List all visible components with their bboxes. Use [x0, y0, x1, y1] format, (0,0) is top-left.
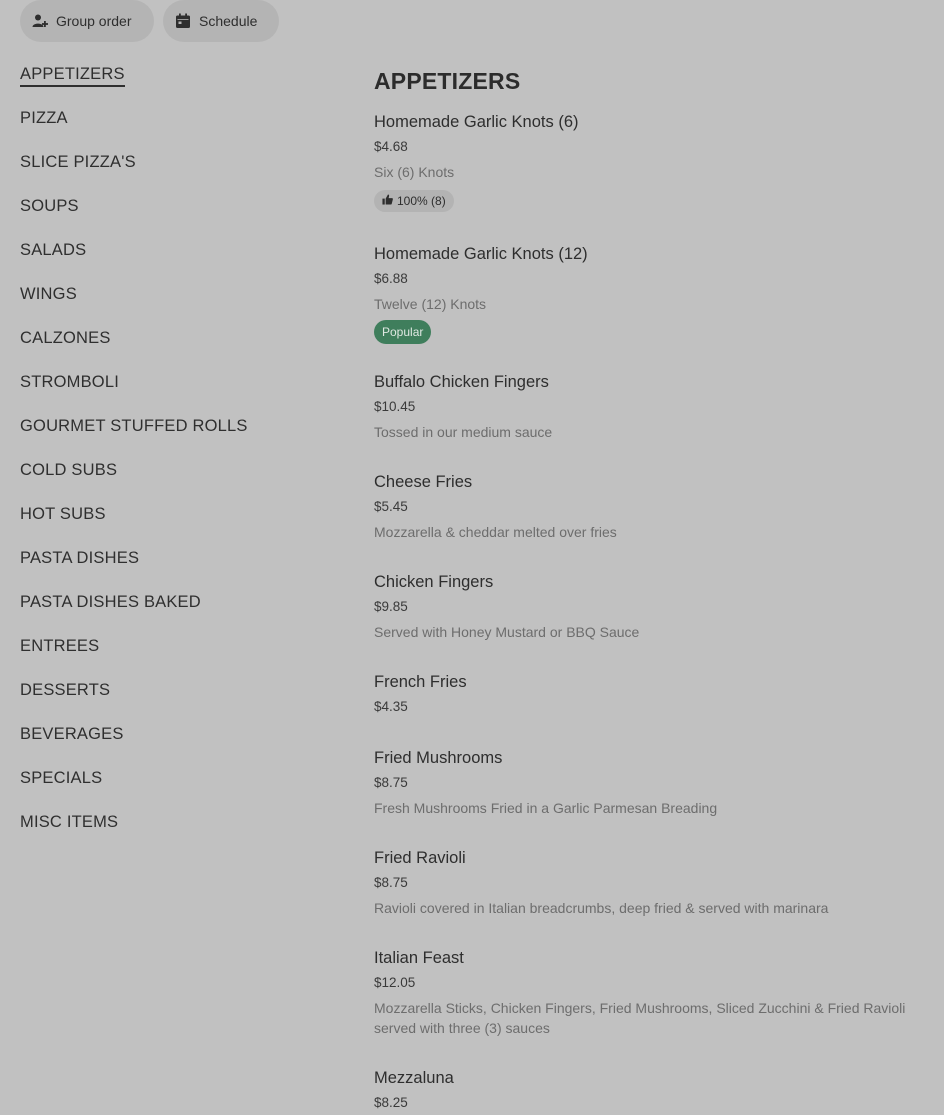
sidebar-item-pasta-dishes[interactable]: PASTA DISHES	[20, 548, 340, 592]
menu-item-card[interactable]: Buffalo Chicken Fingers $10.45 Tossed in…	[374, 372, 924, 442]
group-order-label: Group order	[56, 13, 132, 29]
item-price: $4.35	[374, 699, 408, 714]
menu-item-card[interactable]: French Fries $4.35	[374, 672, 924, 716]
item-description: Served with Honey Mustard or BBQ Sauce	[374, 624, 640, 640]
item-price: $8.75	[374, 775, 408, 790]
sidebar-item-salads[interactable]: SALADS	[20, 240, 340, 284]
sidebar-item-slice-pizzas[interactable]: SLICE PIZZA'S	[20, 152, 340, 196]
item-price: $5.45	[374, 499, 408, 514]
sidebar-item-beverages[interactable]: BEVERAGES	[20, 724, 340, 768]
sidebar-item-entrees[interactable]: ENTREES	[20, 636, 340, 680]
sidebar-item-gourmet-stuffed-rolls[interactable]: GOURMET STUFFED ROLLS	[20, 416, 340, 460]
sidebar-item-pasta-dishes-baked[interactable]: PASTA DISHES BAKED	[20, 592, 340, 636]
item-price: $4.68	[374, 139, 408, 154]
schedule-label: Schedule	[199, 13, 258, 29]
item-name: French Fries	[374, 673, 467, 691]
add-person-icon	[32, 13, 48, 29]
item-description: Tossed in our medium sauce	[374, 424, 553, 440]
item-description: Fresh Mushrooms Fried in a Garlic Parmes…	[374, 800, 718, 816]
sidebar-item-calzones[interactable]: CALZONES	[20, 328, 340, 372]
item-name: Chicken Fingers	[374, 573, 494, 591]
calendar-icon	[175, 13, 191, 29]
rating-text: 100% (8)	[397, 194, 446, 208]
item-name: Homemade Garlic Knots (6)	[374, 113, 579, 131]
menu-item-card[interactable]: Italian Feast $12.05 Mozzarella Sticks, …	[374, 948, 924, 1038]
item-name: Italian Feast	[374, 949, 464, 967]
sidebar-item-appetizers[interactable]: APPETIZERS	[20, 64, 340, 108]
rating-badge: 100% (8)	[374, 190, 454, 212]
sidebar-item-soups[interactable]: SOUPS	[20, 196, 340, 240]
menu-page: Group order Schedule APPETIZERS PIZZA SL…	[0, 0, 944, 1115]
item-price: $6.88	[374, 271, 408, 286]
sidebar-item-wings[interactable]: WINGS	[20, 284, 340, 328]
item-description: Mozzarella & cheddar melted over fries	[374, 524, 617, 540]
menu-item-card[interactable]: Chicken Fingers $9.85 Served with Honey …	[374, 572, 924, 642]
item-price: $10.45	[374, 399, 416, 414]
menu-items-list: APPETIZERS Homemade Garlic Knots (6) $4.…	[374, 66, 924, 1110]
menu-item-card[interactable]: Fried Mushrooms $8.75 Fresh Mushrooms Fr…	[374, 748, 924, 818]
menu-item-card[interactable]: Mezzaluna $8.25	[374, 1068, 924, 1112]
sidebar-item-stromboli[interactable]: STROMBOLI	[20, 372, 340, 416]
sidebar-item-cold-subs[interactable]: COLD SUBS	[20, 460, 340, 504]
item-name: Cheese Fries	[374, 473, 473, 491]
item-price: $9.85	[374, 599, 408, 614]
sidebar-item-desserts[interactable]: DESSERTS	[20, 680, 340, 724]
menu-item-card[interactable]: Homemade Garlic Knots (6) $4.68 Six (6) …	[374, 112, 924, 212]
item-description: Twelve (12) Knots	[374, 296, 487, 312]
menu-item-card[interactable]: Fried Ravioli $8.75 Ravioli covered in I…	[374, 848, 924, 918]
sidebar-item-misc-items[interactable]: MISC ITEMS	[20, 812, 340, 856]
sidebar-item-hot-subs[interactable]: HOT SUBS	[20, 504, 340, 548]
top-action-bar: Group order Schedule	[20, 0, 279, 42]
group-order-button[interactable]: Group order	[20, 0, 154, 42]
item-name: Buffalo Chicken Fingers	[374, 373, 549, 391]
item-price: $8.25	[374, 1095, 408, 1110]
item-name: Fried Ravioli	[374, 849, 466, 867]
item-description: Ravioli covered in Italian breadcrumbs, …	[374, 900, 829, 916]
item-name: Mezzaluna	[374, 1069, 454, 1087]
item-name: Fried Mushrooms	[374, 749, 503, 767]
sidebar-item-pizza[interactable]: PIZZA	[20, 108, 340, 152]
item-description: Mozzarella Sticks, Chicken Fingers, Frie…	[374, 1000, 906, 1036]
popular-badge: Popular	[374, 320, 432, 344]
sidebar-item-specials[interactable]: SPECIALS	[20, 768, 340, 812]
item-price: $12.05	[374, 975, 416, 990]
thumbs-up-icon	[382, 194, 393, 208]
menu-item-card[interactable]: Cheese Fries $5.45 Mozzarella & cheddar …	[374, 472, 924, 542]
item-price: $8.75	[374, 875, 408, 890]
item-name: Homemade Garlic Knots (12)	[374, 245, 588, 263]
section-title: APPETIZERS	[374, 68, 521, 94]
menu-item-card[interactable]: Homemade Garlic Knots (12) $6.88 Twelve …	[374, 244, 924, 344]
category-sidebar: APPETIZERS PIZZA SLICE PIZZA'S SOUPS SAL…	[20, 64, 340, 856]
schedule-button[interactable]: Schedule	[163, 0, 279, 42]
item-description: Six (6) Knots	[374, 164, 455, 180]
